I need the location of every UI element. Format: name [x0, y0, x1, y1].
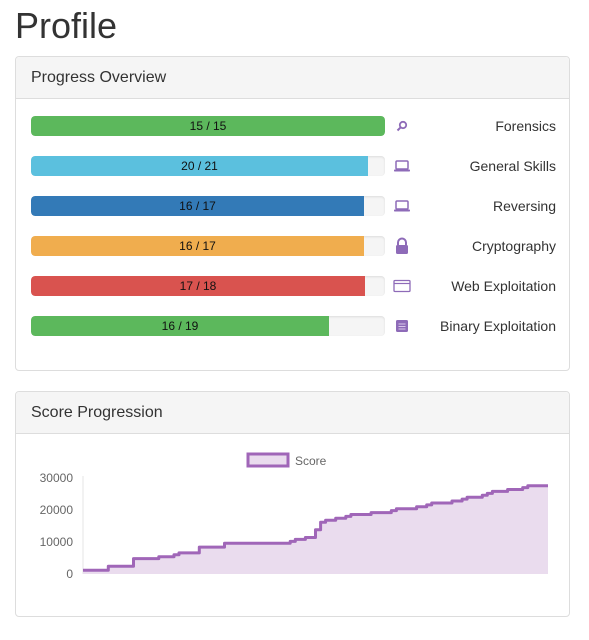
- y-tick-label: 30000: [40, 471, 74, 485]
- legend-label-score: Score: [295, 454, 327, 468]
- y-tick-label: 20000: [40, 503, 74, 517]
- binary-chip-icon: [393, 316, 411, 336]
- progress-count-text: 20 / 21: [181, 159, 218, 173]
- score-progression-panel: Score Progression Score 0 10000 20000 30000: [15, 391, 570, 617]
- category-label: Reversing: [492, 198, 556, 214]
- progress-bar-web-exploitation: 17 / 18: [31, 276, 385, 296]
- browser-window-icon: [393, 276, 411, 296]
- progress-row-forensics: 15 / 15 Forensics: [31, 116, 556, 136]
- laptop-icon: [393, 156, 411, 176]
- category-label: General Skills: [469, 158, 556, 174]
- progress-bar-forensics: 15 / 15: [31, 116, 385, 136]
- progress-overview-panel: Progress Overview 15 / 15 Forensics 20 / 2…: [15, 56, 570, 371]
- score-progression-heading: Score Progression: [16, 392, 569, 434]
- progress-row-web-exploitation: 17 / 18 Web Exploitation: [31, 276, 556, 296]
- legend-swatch-score[interactable]: [246, 452, 290, 468]
- y-tick-label: 0: [66, 567, 73, 581]
- progress-count-text: 17 / 18: [179, 279, 217, 293]
- score-chart-svg: Score 0 10000 20000 30000: [40, 452, 548, 581]
- score-chart: Score 0 10000 20000 30000: [16, 435, 569, 615]
- progress-row-cryptography: 16 / 17 Cryptography: [31, 236, 556, 256]
- magnifier-icon: [393, 116, 411, 136]
- category-label: Binary Exploitation: [440, 318, 556, 334]
- progress-count-text: 16 / 19: [161, 319, 199, 333]
- lock-icon: [393, 236, 411, 256]
- page-title: Profile: [15, 5, 118, 46]
- progress-row-reversing: 16 / 17 Reversing: [31, 196, 556, 216]
- progress-count-text: 16 / 17: [179, 239, 216, 253]
- y-tick-label: 10000: [40, 535, 74, 549]
- laptop-icon: [393, 196, 411, 216]
- progress-bar-cryptography: 16 / 17: [31, 236, 385, 256]
- progress-bar-binary-exploitation: 16 / 19: [31, 316, 385, 336]
- category-label: Cryptography: [471, 238, 556, 254]
- progress-overview-heading: Progress Overview: [16, 57, 569, 99]
- progress-bar-general-skills: 20 / 21: [31, 156, 385, 176]
- progress-row-general-skills: 20 / 21 General Skills: [31, 156, 556, 176]
- category-label: Web Exploitation: [451, 278, 556, 294]
- progress-count-text: 15 / 15: [189, 119, 227, 133]
- progress-bar-reversing: 16 / 17: [31, 196, 385, 216]
- category-label: Forensics: [495, 118, 556, 134]
- progress-row-binary-exploitation: 16 / 19 Binary Exploitation: [31, 316, 556, 336]
- progress-count-text: 16 / 17: [179, 199, 216, 213]
